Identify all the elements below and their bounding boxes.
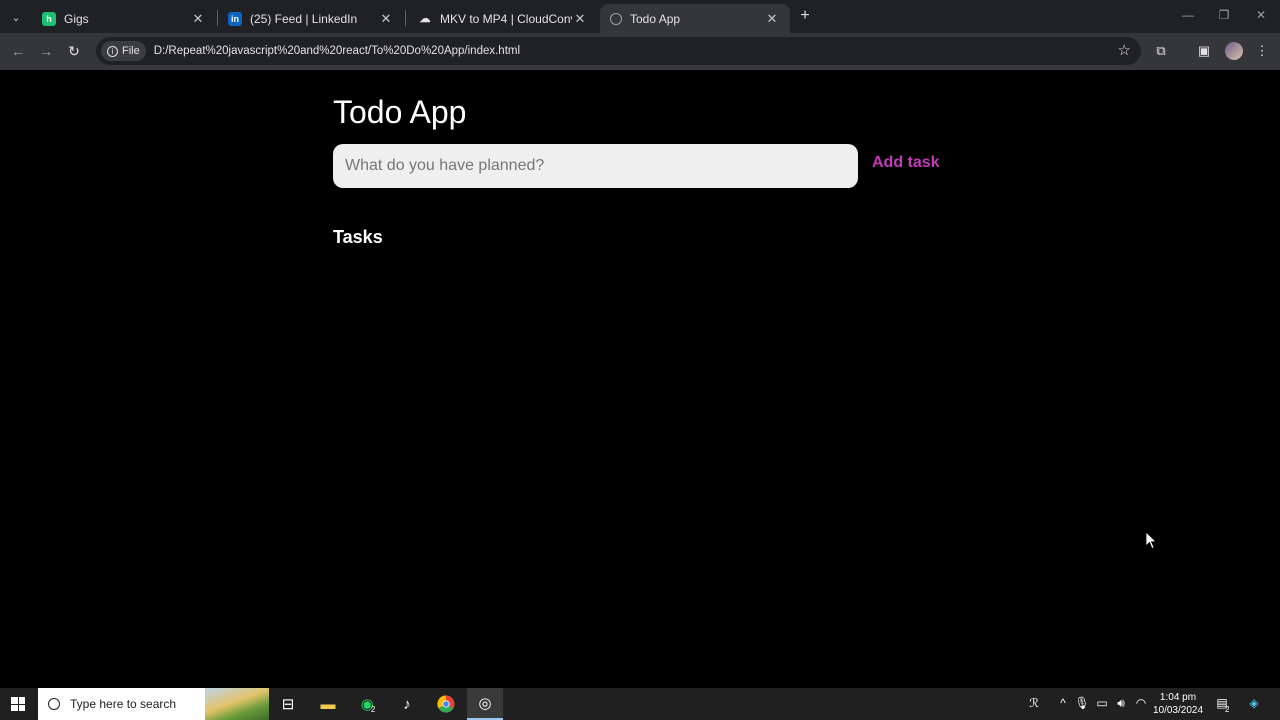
mouse-cursor-icon	[1146, 532, 1157, 550]
tab-title: (25) Feed | LinkedIn	[250, 11, 358, 26]
page-content: Todo App Add task Tasks	[0, 70, 1280, 688]
menu-kebab-icon[interactable]: ⋮	[1252, 41, 1272, 61]
tasks-heading: Tasks	[333, 227, 383, 247]
reload-button[interactable]: ↻	[64, 41, 84, 61]
tab-gigs[interactable]: h Gigs ✕	[32, 4, 216, 33]
info-icon: i	[107, 45, 118, 57]
globe-icon	[610, 12, 622, 25]
clock-date: 10/03/2024	[1152, 705, 1204, 716]
cloud-icon: ☁	[419, 13, 431, 25]
close-icon[interactable]: ✕	[572, 11, 588, 27]
whatsapp-icon[interactable]: ◉ 2	[350, 688, 386, 720]
people-icon[interactable]: ℛ	[1026, 696, 1042, 710]
browser-toolbar: ← → ↻ i File D:/Repeat%20javascript%20an…	[0, 33, 1280, 70]
tab-title: Gigs	[64, 11, 89, 26]
copilot-icon[interactable]: ◈	[1246, 696, 1262, 710]
minimize-icon[interactable]: —	[1178, 8, 1198, 22]
tab-cloudconvert[interactable]: ☁ MKV to MP4 | CloudConvert ✕	[408, 4, 598, 33]
windows-start-icon[interactable]	[11, 697, 25, 711]
search-highlight-art	[205, 688, 269, 720]
gigs-favicon-icon: h	[42, 11, 56, 26]
tab-search-button[interactable]: ⌄	[6, 7, 26, 27]
app-title: Todo App	[333, 94, 467, 130]
add-task-button[interactable]: Add task	[872, 154, 940, 172]
obs-studio-icon[interactable]: ◎	[467, 688, 503, 720]
tiktok-icon[interactable]: ♪	[389, 688, 425, 720]
chevron-up-icon[interactable]: ^	[1055, 696, 1071, 710]
new-tab-button[interactable]: +	[796, 7, 814, 25]
notification-badge: 2	[1225, 705, 1230, 714]
whatsapp-badge: 2	[370, 704, 376, 714]
url-text[interactable]: D:/Repeat%20javascript%20and%20react/To%…	[154, 45, 520, 57]
extensions-icon[interactable]: ⧉	[1151, 41, 1171, 61]
taskbar-clock[interactable]: 1:04 pm 10/03/2024	[1152, 691, 1204, 717]
address-bar[interactable]: i File D:/Repeat%20javascript%20and%20re…	[96, 37, 1141, 65]
linkedin-favicon-icon: in	[228, 11, 242, 26]
chrome-icon[interactable]	[428, 688, 464, 720]
close-icon[interactable]: ✕	[764, 11, 780, 27]
tab-linkedin[interactable]: in (25) Feed | LinkedIn ✕	[218, 4, 404, 33]
task-view-icon[interactable]: ⊟	[270, 688, 306, 720]
window-close-icon[interactable]: ✕	[1251, 8, 1271, 22]
side-panel-icon[interactable]: ▣	[1194, 41, 1214, 61]
forward-button[interactable]: →	[36, 41, 56, 61]
search-icon	[48, 698, 60, 710]
back-button[interactable]: ←	[8, 41, 28, 61]
tab-title: Todo App	[630, 11, 681, 26]
site-chip-label: File	[122, 45, 140, 57]
close-icon[interactable]: ✕	[190, 11, 206, 27]
close-icon[interactable]: ✕	[378, 11, 394, 27]
microphone-icon[interactable]: 🎙︎	[1074, 696, 1090, 710]
clock-time: 1:04 pm	[1159, 692, 1197, 703]
profile-avatar[interactable]	[1225, 42, 1243, 60]
tab-divider	[405, 10, 406, 26]
site-info-chip[interactable]: i File	[101, 41, 146, 61]
battery-icon[interactable]: ▭	[1094, 696, 1110, 710]
screen: ⌄ h Gigs ✕ in (25) Feed | LinkedIn ✕ ☁ M…	[0, 0, 1280, 720]
tab-todo-app[interactable]: Todo App ✕	[600, 4, 790, 33]
windows-taskbar: Type here to search ⊟ ▬ ◉ 2 ♪ ◎ ℛ ^ 🎙︎ ▭ …	[0, 688, 1280, 720]
taskbar-search-box[interactable]: Type here to search	[38, 688, 269, 720]
volume-icon[interactable]: 🔊︎	[1113, 696, 1129, 711]
bookmark-star-icon[interactable]: ☆	[1118, 41, 1131, 59]
wifi-icon[interactable]: ◠	[1133, 696, 1149, 710]
search-placeholder: Type here to search	[70, 697, 177, 711]
file-explorer-icon[interactable]: ▬	[310, 688, 346, 720]
tab-strip: ⌄ h Gigs ✕ in (25) Feed | LinkedIn ✕ ☁ M…	[0, 0, 1280, 33]
tab-title: MKV to MP4 | CloudConvert	[440, 11, 572, 26]
task-input[interactable]	[333, 144, 858, 188]
restore-icon[interactable]: ❐	[1214, 8, 1234, 22]
